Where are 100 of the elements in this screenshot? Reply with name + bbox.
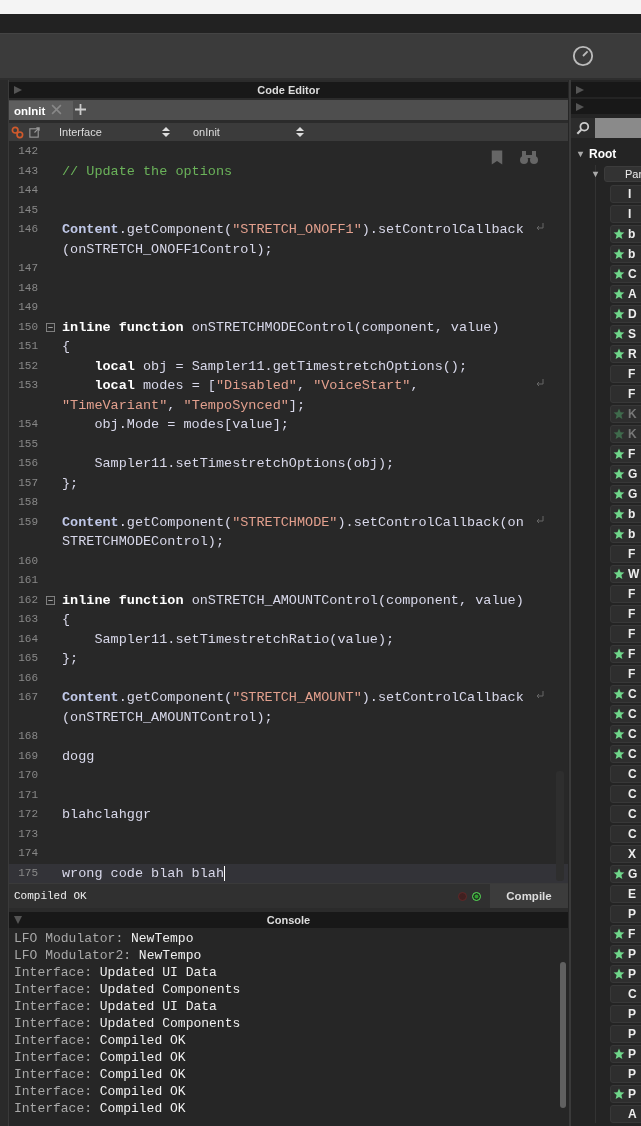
- line-number: 158: [17, 495, 38, 510]
- compile-button[interactable]: Compile: [490, 884, 568, 908]
- console-line: Interface: Compiled OK: [14, 1100, 186, 1117]
- tree-item[interactable]: b: [610, 525, 641, 543]
- line-number: 167: [17, 690, 38, 705]
- code-text: dogg: [62, 747, 95, 766]
- bookmark-icon[interactable]: [490, 149, 504, 166]
- tree-item[interactable]: E: [610, 885, 641, 903]
- collapse-icon[interactable]: [13, 915, 23, 925]
- expand-arrow-icon[interactable]: [577, 150, 584, 158]
- tree-item[interactable]: C: [610, 785, 641, 803]
- console-line: Interface: Compiled OK: [14, 1032, 186, 1049]
- tree-item[interactable]: P: [610, 1065, 641, 1083]
- fold-icon[interactable]: [46, 322, 55, 332]
- status-text: Compiled OK: [14, 890, 87, 902]
- tree-item[interactable]: F: [610, 585, 641, 603]
- line-number: 150: [17, 319, 38, 335]
- tree-item[interactable]: P: [610, 1025, 641, 1043]
- tree-item[interactable]: P: [610, 905, 641, 923]
- tree-item[interactable]: X: [610, 845, 641, 863]
- tree-item[interactable]: P: [610, 1085, 641, 1103]
- console-line: Interface: Compiled OK: [14, 1066, 186, 1083]
- line-number: 156: [17, 456, 38, 471]
- search-field[interactable]: [595, 118, 641, 138]
- tree-item[interactable]: F: [610, 445, 641, 463]
- gauge-icon[interactable]: [572, 45, 594, 67]
- plus-icon[interactable]: [75, 104, 87, 115]
- code-text: {: [62, 338, 71, 356]
- tree-item[interactable]: F: [610, 625, 641, 643]
- tree-item[interactable]: C: [610, 745, 641, 763]
- console-line: Interface: Updated UI Data: [14, 998, 217, 1015]
- tree-item[interactable]: P: [610, 965, 641, 983]
- link-icon[interactable]: [11, 125, 24, 139]
- code-text: };: [62, 474, 79, 493]
- tree-item[interactable]: G: [610, 865, 641, 883]
- tree-item[interactable]: F: [610, 665, 641, 683]
- dropdown[interactable]: onInit: [183, 126, 305, 138]
- tree-item[interactable]: S: [610, 325, 641, 343]
- tree-item[interactable]: C: [610, 765, 641, 783]
- text-cursor: [224, 865, 226, 881]
- tree-item[interactable]: F: [610, 385, 641, 403]
- tree-item[interactable]: I: [610, 205, 641, 223]
- code-text: wrong code blah blah: [62, 864, 225, 883]
- tree-item[interactable]: Root: [577, 145, 617, 163]
- tree-item[interactable]: I: [610, 185, 641, 203]
- tree-item[interactable]: C: [610, 825, 641, 843]
- search-icon[interactable]: [576, 121, 590, 135]
- editor-tab[interactable]: onInit: [9, 101, 74, 120]
- tree-item[interactable]: F: [610, 605, 641, 623]
- expand-arrow-icon[interactable]: [592, 170, 599, 178]
- line-number: 145: [17, 202, 38, 218]
- tree-item[interactable]: A: [610, 1105, 641, 1123]
- scrollbar[interactable]: [560, 962, 566, 1108]
- fold-icon[interactable]: [46, 595, 55, 605]
- updown-arrows-icon: [161, 126, 171, 138]
- code-text: blahclahggr: [62, 806, 152, 824]
- tree-item[interactable]: b: [610, 245, 641, 263]
- tree-item[interactable]: P: [610, 1045, 641, 1063]
- tree-item[interactable]: P: [610, 945, 641, 963]
- line-number: 146: [17, 222, 38, 237]
- line-number: 152: [17, 358, 38, 374]
- code-text: "TimeVariant", "TempoSynced"];: [62, 396, 306, 415]
- tree-item[interactable]: C: [610, 805, 641, 823]
- console-line: Interface: Updated Components: [14, 981, 241, 998]
- tree-item[interactable]: F: [610, 545, 641, 563]
- popout-icon[interactable]: [28, 125, 41, 139]
- wrap-icon: [536, 515, 544, 524]
- line-number: 175: [17, 865, 38, 881]
- tree-item[interactable]: W: [610, 565, 641, 583]
- tree-item[interactable]: b: [610, 505, 641, 523]
- binoculars-icon[interactable]: [519, 149, 539, 165]
- line-number: 174: [17, 846, 38, 861]
- line-number: 163: [17, 612, 38, 627]
- tree-item[interactable]: C: [610, 725, 641, 743]
- tree-item[interactable]: A: [610, 285, 641, 303]
- dropdown[interactable]: Interface: [45, 126, 171, 138]
- tree-item[interactable]: C: [610, 265, 641, 283]
- line-number: 155: [17, 436, 38, 452]
- line-number: 169: [17, 748, 38, 764]
- tree-item[interactable]: b: [610, 225, 641, 243]
- tree-item[interactable]: F: [610, 645, 641, 663]
- expand-icon[interactable]: [13, 85, 23, 95]
- tree-item[interactable]: C: [610, 685, 641, 703]
- panel-title: Code Editor: [257, 84, 320, 96]
- close-icon[interactable]: [51, 104, 63, 115]
- console-line: Interface: Compiled OK: [14, 1083, 186, 1100]
- tree-item[interactable]: C: [610, 705, 641, 723]
- tree-item[interactable]: P: [610, 1005, 641, 1023]
- tree-item[interactable]: D: [610, 305, 641, 323]
- console-line: LFO Modulator: NewTempo: [14, 930, 194, 947]
- code-text: inline function onSTRETCHMODEControl(component, value): [62, 318, 500, 337]
- tree-item[interactable]: C: [610, 985, 641, 1003]
- tree-item[interactable]: F: [610, 925, 641, 943]
- tree-item[interactable]: G: [610, 485, 641, 503]
- tree-item[interactable]: G: [610, 465, 641, 483]
- tree-item[interactable]: F: [610, 365, 641, 383]
- panel-title: Console: [266, 914, 311, 926]
- tree-item[interactable]: R: [610, 345, 641, 363]
- code-text: Sampler11.setTimestretchOptions(obj);: [93, 455, 395, 473]
- wrap-icon: [536, 223, 544, 231]
